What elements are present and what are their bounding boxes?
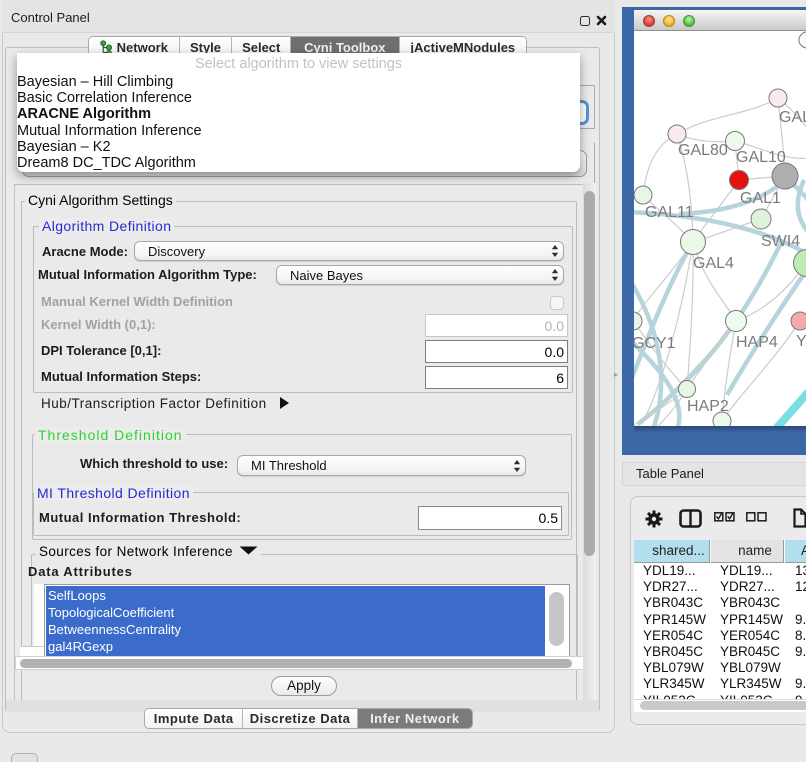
svg-text:GAL4: GAL4 — [693, 255, 734, 272]
svg-text:GAL1: GAL1 — [740, 190, 781, 207]
svg-text:GAL7: GAL7 — [779, 109, 806, 126]
svg-text:HAP4: HAP4 — [736, 334, 778, 351]
svg-text:GCY1: GCY1 — [634, 335, 676, 352]
svg-text:Y: Y — [796, 333, 806, 350]
svg-text:GAL10: GAL10 — [736, 149, 786, 166]
svg-text:GAL80: GAL80 — [678, 142, 728, 159]
svg-text:GAL11: GAL11 — [645, 204, 694, 221]
svg-text:SWI4: SWI4 — [761, 233, 800, 250]
svg-text:HAP2: HAP2 — [687, 398, 729, 415]
